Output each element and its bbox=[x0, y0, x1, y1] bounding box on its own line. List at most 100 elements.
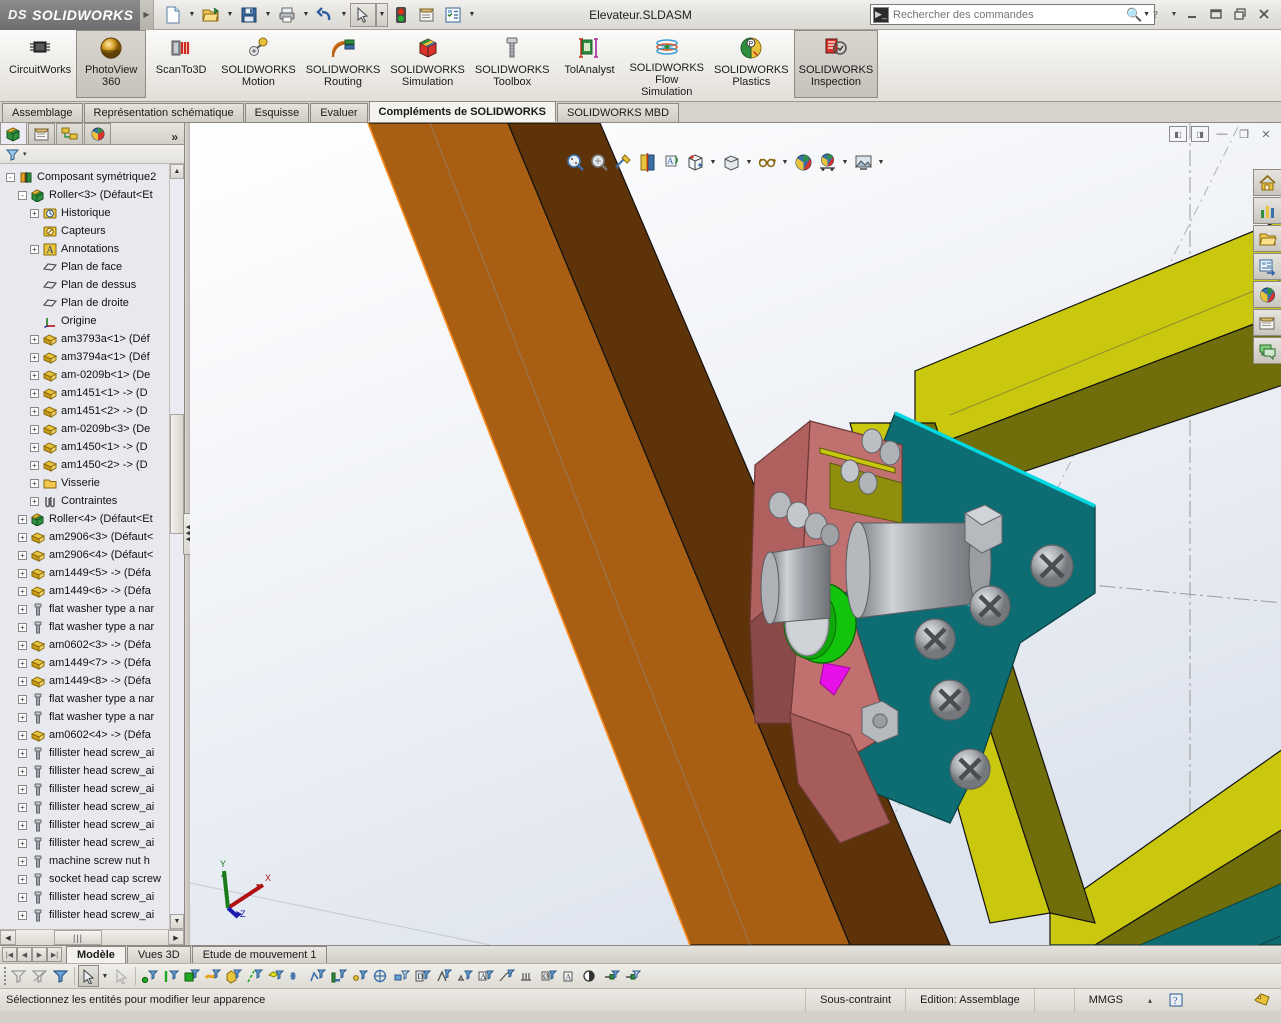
cursor-arrow-icon[interactable] bbox=[78, 965, 99, 987]
last-tab-button[interactable]: ▶| bbox=[47, 947, 62, 962]
viewport-restore-button[interactable]: ❐ bbox=[1235, 126, 1253, 142]
filter-hole-icon[interactable]: Ø bbox=[538, 965, 559, 987]
tree-expander-plus-icon[interactable]: + bbox=[18, 712, 27, 722]
scroll-right-arrow[interactable]: ▶ bbox=[168, 930, 184, 945]
tab-representation-schematique[interactable]: Représentation schématique bbox=[83, 103, 244, 122]
new-document-caret[interactable]: ▼ bbox=[186, 3, 198, 27]
filter-solid-icon[interactable] bbox=[223, 965, 244, 987]
tree-expander-plus-icon[interactable]: + bbox=[30, 208, 39, 218]
feature-tree-item[interactable]: + am1449<6> -> (Défa bbox=[6, 582, 184, 600]
ribbon-item-solidworks-routing[interactable]: SOLIDWORKS Routing bbox=[301, 30, 386, 98]
section-view-icon[interactable] bbox=[636, 151, 658, 173]
configuration-manager-tab[interactable] bbox=[56, 123, 83, 144]
feature-tree-horizontal-scrollbar[interactable]: ◀ ||| ▶ bbox=[0, 929, 184, 945]
task-pane-forum[interactable] bbox=[1253, 337, 1281, 364]
feature-tree-item[interactable]: + machine screw nut h bbox=[6, 852, 184, 870]
tree-expander-plus-icon[interactable]: + bbox=[18, 568, 27, 578]
feature-tree-scrollbar[interactable]: ▲ ▼ bbox=[169, 164, 184, 929]
print-document-caret[interactable]: ▼ bbox=[300, 3, 312, 27]
tree-expander-plus-icon[interactable]: + bbox=[18, 910, 27, 920]
scroll-up-arrow[interactable]: ▲ bbox=[170, 164, 184, 179]
save-document-caret[interactable]: ▼ bbox=[262, 3, 274, 27]
tab-etude-de-mouvement-1[interactable]: Etude de mouvement 1 bbox=[191, 946, 328, 963]
feature-tree-item[interactable]: Origine bbox=[6, 312, 184, 330]
filter-surfacefinish-icon[interactable] bbox=[433, 965, 454, 987]
undo-caret[interactable]: ▼ bbox=[338, 3, 350, 27]
display-style-caret-icon[interactable]: ▼ bbox=[708, 151, 718, 173]
feature-tree-item[interactable]: + Visserie bbox=[6, 474, 184, 492]
feature-tree-item[interactable]: + fillister head screw_ai bbox=[6, 780, 184, 798]
tab-vues-3d[interactable]: Vues 3D bbox=[126, 946, 191, 963]
tab-complements-de-solidworks[interactable]: Compléments de SOLIDWORKS bbox=[368, 101, 556, 122]
feature-tree-item[interactable]: Capteurs bbox=[6, 222, 184, 240]
ribbon-item-solidworks-inspection[interactable]: SOLIDWORKS Inspection bbox=[793, 30, 879, 98]
task-pane-custom-properties[interactable] bbox=[1253, 309, 1281, 336]
feature-tree-item[interactable]: - Roller<3> (Défaut<Et bbox=[6, 186, 184, 204]
tree-expander-plus-icon[interactable]: + bbox=[18, 514, 27, 524]
command-search-box[interactable]: ▶_ 🔍 ▼ bbox=[870, 4, 1155, 25]
tab-esquisse[interactable]: Esquisse bbox=[244, 103, 310, 122]
feature-tree-item[interactable]: + am1451<1> -> (D bbox=[6, 384, 184, 402]
filter-routepoint-icon[interactable] bbox=[622, 965, 643, 987]
tree-expander-plus-icon[interactable]: + bbox=[18, 748, 27, 758]
heads-up-view-toolbar[interactable]: A ▼ ▼ ▼ ▼ ▼ bbox=[560, 149, 890, 175]
filter-centerline-icon[interactable] bbox=[391, 965, 412, 987]
restore-window-button[interactable] bbox=[1205, 4, 1227, 24]
feature-tree-tab[interactable] bbox=[0, 122, 27, 144]
help-badge-icon[interactable]: ? bbox=[1163, 993, 1189, 1007]
tree-expander-plus-icon[interactable]: + bbox=[18, 856, 27, 866]
ribbon-item-tolanalyst[interactable]: TolAnalyst bbox=[554, 30, 624, 98]
tree-expander-plus-icon[interactable]: + bbox=[30, 460, 39, 470]
tree-expander-plus-icon[interactable]: + bbox=[18, 532, 27, 542]
open-document-button[interactable] bbox=[198, 3, 224, 27]
tree-expander-plus-icon[interactable]: + bbox=[30, 496, 39, 506]
first-tab-button[interactable]: |◀ bbox=[2, 947, 17, 962]
help-button[interactable]: ? bbox=[1145, 4, 1167, 24]
ribbon-item-solidworks-toolbox[interactable]: SOLIDWORKS Toolbox bbox=[470, 30, 555, 98]
tree-expander-plus-icon[interactable]: + bbox=[18, 820, 27, 830]
tab-solidworks-mbd[interactable]: SOLIDWORKS MBD bbox=[556, 103, 680, 122]
feature-tree-item[interactable]: + fillister head screw_ai bbox=[6, 834, 184, 852]
scrollbar-thumb[interactable] bbox=[170, 414, 184, 534]
help-caret-icon[interactable]: ▼ bbox=[1169, 4, 1179, 24]
scroll-down-arrow[interactable]: ▼ bbox=[170, 914, 184, 929]
options-caret[interactable]: ▼ bbox=[466, 3, 478, 27]
magnifier-icon[interactable]: 🔍 bbox=[1125, 7, 1143, 23]
hide-show-icon[interactable] bbox=[720, 151, 742, 173]
feature-tree-item[interactable]: + A Annotations bbox=[6, 240, 184, 258]
tree-expander-plus-icon[interactable]: + bbox=[30, 334, 39, 344]
units-caret-icon[interactable]: ▴ bbox=[1137, 996, 1163, 1005]
filter-sketch-icon[interactable] bbox=[307, 965, 328, 987]
feature-tree-item[interactable]: Plan de droite bbox=[6, 294, 184, 312]
filter-balloon-icon[interactable] bbox=[517, 965, 538, 987]
filter-face-icon[interactable] bbox=[181, 965, 202, 987]
tree-expander-plus-icon[interactable]: + bbox=[18, 658, 27, 668]
feature-tree-item[interactable]: + am-0209b<3> (De bbox=[6, 420, 184, 438]
ribbon-item-photoview360[interactable]: PhotoView 360 bbox=[76, 30, 147, 98]
feature-tree-item[interactable]: + flat washer type a nar bbox=[6, 708, 184, 726]
tree-expander-plus-icon[interactable]: + bbox=[30, 388, 39, 398]
tab-assemblage[interactable]: Assemblage bbox=[2, 103, 83, 122]
view-settings-icon[interactable] bbox=[852, 151, 874, 173]
feature-tree-item[interactable]: + fillister head screw_ai bbox=[6, 762, 184, 780]
scene-caret-icon[interactable]: ▼ bbox=[840, 151, 850, 173]
filter-block-icon[interactable] bbox=[580, 965, 601, 987]
feature-tree-item[interactable]: + am1450<1> -> (D bbox=[6, 438, 184, 456]
open-document-caret[interactable]: ▼ bbox=[224, 3, 236, 27]
graphics-viewport[interactable]: A ▼ ▼ ▼ ▼ ▼ ◧ ◨ — ❐ ✕ X Y Z bbox=[190, 123, 1281, 945]
feature-tree-item[interactable]: + am1451<2> -> (D bbox=[6, 402, 184, 420]
options-button[interactable] bbox=[440, 3, 466, 27]
feature-tree-item[interactable]: + am3794a<1> (Déf bbox=[6, 348, 184, 366]
select-tool-button[interactable] bbox=[350, 2, 376, 27]
filter-midpoint-icon[interactable] bbox=[349, 965, 370, 987]
tree-expander-plus-icon[interactable]: + bbox=[18, 874, 27, 884]
filter-surface-icon[interactable] bbox=[202, 965, 223, 987]
ribbon-item-solidworks-flow-simulation[interactable]: SOLIDWORKS Flow Simulation bbox=[624, 30, 709, 98]
cursor-gray-icon[interactable] bbox=[111, 965, 132, 987]
task-pane-search[interactable] bbox=[1253, 253, 1281, 280]
ribbon-item-scanto3d[interactable]: ScanTo3D bbox=[146, 30, 216, 98]
task-pane-view-palette[interactable] bbox=[1253, 197, 1281, 224]
tree-expander-plus-icon[interactable]: + bbox=[30, 442, 39, 452]
tree-expander-plus-icon[interactable]: + bbox=[30, 406, 39, 416]
feature-tree-item[interactable]: + socket head cap screw bbox=[6, 870, 184, 888]
